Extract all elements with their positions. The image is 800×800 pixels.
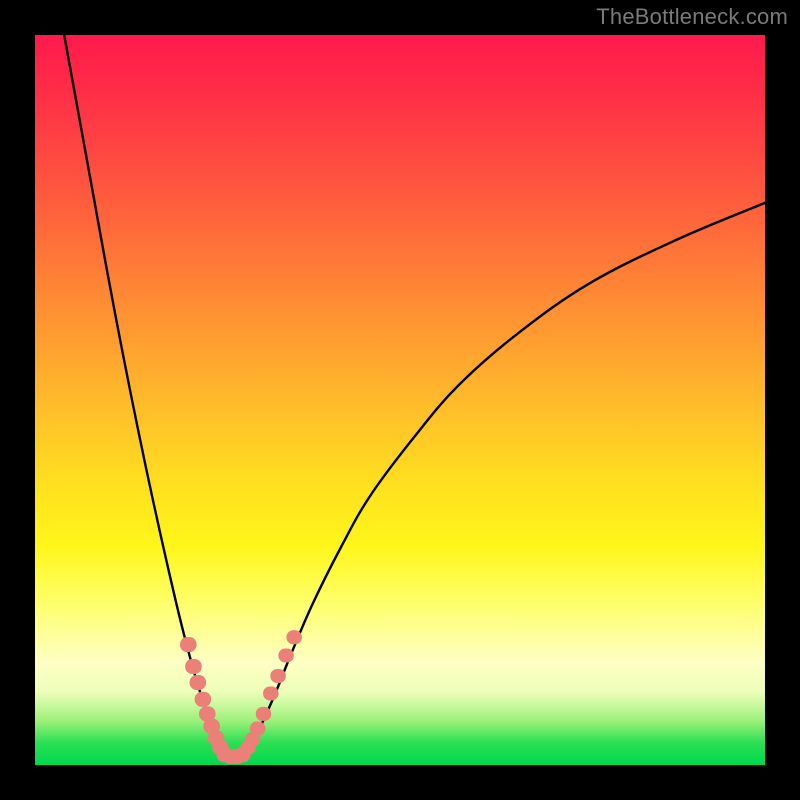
chart-overlay — [35, 35, 765, 765]
marker-dot — [185, 659, 202, 674]
marker-dot — [180, 637, 197, 652]
marker-dot — [250, 722, 265, 736]
marker-dot — [286, 630, 301, 644]
marker-dot — [263, 686, 278, 700]
watermark-text: TheBottleneck.com — [596, 4, 788, 30]
chart-frame: TheBottleneck.com — [0, 0, 800, 800]
marker-dot — [234, 747, 251, 762]
marker-dot — [256, 707, 271, 721]
marker-dot — [278, 649, 293, 663]
marker-dot — [190, 675, 207, 690]
marker-dot — [195, 692, 212, 707]
bottleneck-curve — [64, 35, 765, 757]
data-markers — [180, 630, 302, 764]
curve-right-branch — [247, 203, 765, 751]
marker-dot — [270, 669, 285, 683]
